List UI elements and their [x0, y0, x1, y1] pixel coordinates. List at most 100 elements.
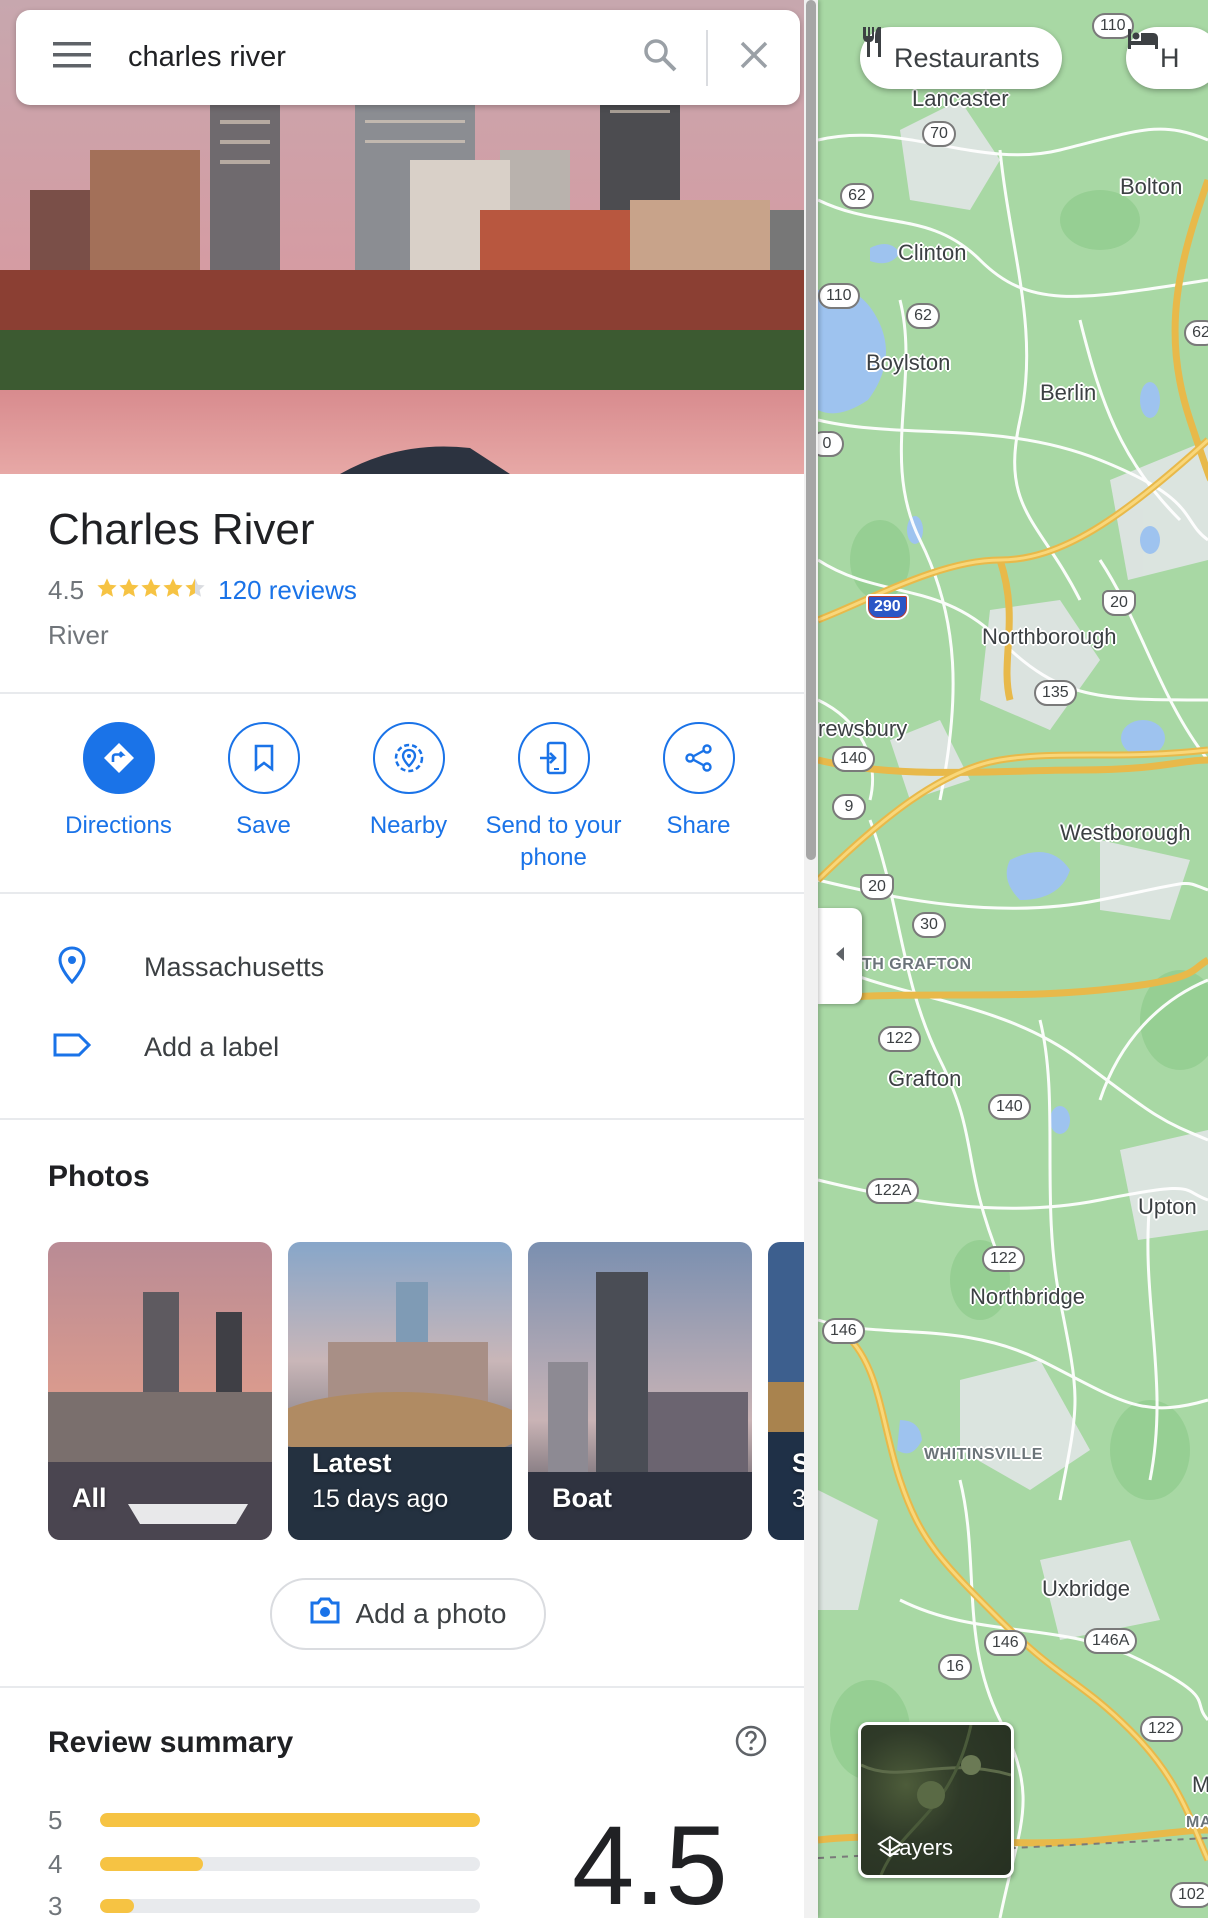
urban-upton: [1120, 1130, 1208, 1240]
share-button[interactable]: Share: [626, 722, 771, 874]
map-label-westborough: Westborough: [1060, 820, 1191, 845]
route-shield: 62: [1184, 320, 1208, 346]
map-label-upton: Upton: [1138, 1194, 1197, 1219]
divider: [0, 692, 804, 694]
search-button[interactable]: [614, 28, 706, 88]
average-rating: 4.5: [572, 1803, 728, 1918]
rating-bar-star: 4: [48, 1848, 63, 1879]
photo-caption-label: All: [72, 1483, 107, 1513]
panel-scrollbar[interactable]: [804, 0, 818, 1918]
rating-bar-track: [100, 1857, 480, 1871]
save-button[interactable]: Save: [191, 722, 336, 874]
chip-hotels[interactable]: H: [1126, 27, 1208, 89]
photo-caption-sub: 15 days ago: [312, 1485, 449, 1513]
chip-restaurants[interactable]: Restaurants: [860, 27, 1062, 89]
place-panel: charles river Charles River 4.5 120 revi…: [0, 0, 818, 1918]
label-tag-icon: [52, 1032, 92, 1063]
search-input[interactable]: charles river: [128, 41, 614, 74]
photo-caption: S 3: [792, 1448, 804, 1514]
save-label: Save: [236, 812, 291, 839]
map-label-boylston: Boylston: [866, 350, 951, 375]
camera-icon: [309, 1597, 341, 1632]
urban-uxbridge-west: [818, 1490, 878, 1610]
action-buttons: Directions Save Nearby Send to your phon…: [0, 722, 804, 874]
clear-search-button[interactable]: [708, 28, 800, 88]
route-shield: 135: [1034, 680, 1077, 706]
route-shield: 70: [922, 121, 956, 147]
directions-button[interactable]: Directions: [46, 722, 191, 874]
nearby-button[interactable]: Nearby: [336, 722, 481, 874]
map-label-uxbridge: Uxbridge: [1042, 1576, 1131, 1601]
route-shield: 122: [982, 1246, 1025, 1272]
rating-bar-row: 3: [48, 1888, 480, 1918]
add-photo-button[interactable]: Add a photo: [270, 1578, 546, 1650]
map-label-clinton: Clinton: [898, 240, 967, 265]
directions-label: Directions: [65, 812, 172, 839]
photo-caption: Latest 15 days ago: [312, 1448, 448, 1514]
map-label-ma: MA: [1186, 1814, 1208, 1831]
bookmark-icon: [227, 722, 300, 794]
map-label-shrewsbury: rewsbury: [818, 716, 908, 741]
map-label-m: M: [1192, 1772, 1208, 1797]
rating-bar-track: [100, 1899, 480, 1913]
layers-button[interactable]: Layers: [858, 1722, 1014, 1878]
map-label-whitinsville: WHITINSVILLE: [924, 1446, 1043, 1463]
reviews-link[interactable]: 120 reviews: [218, 575, 357, 606]
send-to-phone-button[interactable]: Send to your phone: [481, 722, 626, 874]
collapse-panel-button[interactable]: [818, 908, 862, 1004]
place-header: Charles River 4.5 120 reviews River: [48, 505, 357, 651]
map-label-northbridge: Northbridge: [970, 1284, 1085, 1309]
menu-button[interactable]: [16, 42, 128, 73]
photo-tile-more[interactable]: S 3: [768, 1242, 804, 1540]
chip-hotels-label: H: [1160, 42, 1180, 73]
divider: [0, 1118, 804, 1120]
map-label-grafton: Grafton: [888, 1066, 962, 1091]
star-icon: [97, 578, 117, 597]
photo-tile-latest[interactable]: Latest 15 days ago: [288, 1242, 512, 1540]
urban-whitinsville: [960, 1360, 1090, 1490]
divider: [0, 892, 804, 894]
route-shield: 146: [822, 1318, 865, 1344]
address-row[interactable]: Massachusetts: [0, 937, 804, 997]
rating-row: 4.5 120 reviews: [48, 575, 357, 606]
pond-clinton: [870, 244, 900, 264]
add-photo-label: Add a photo: [355, 1598, 507, 1629]
help-button[interactable]: [734, 1724, 768, 1763]
route-shield: 140: [988, 1094, 1031, 1120]
pond-5: [897, 1420, 922, 1454]
photo-tile-all[interactable]: All: [48, 1242, 272, 1540]
nearby-icon: [372, 722, 445, 794]
share-label: Share: [666, 812, 731, 839]
interstate-shield: 290: [866, 594, 909, 620]
route-shield: 62: [840, 183, 874, 209]
maps-window: Lancaster Bolton Clinton Boylston Berlin…: [0, 0, 1208, 1918]
caret-left-icon: [833, 945, 847, 968]
map-label-north-grafton: TH GRAFTON: [862, 956, 972, 973]
rating-bar-fill: [100, 1857, 203, 1871]
star-icon: [185, 578, 205, 597]
star-rating: [96, 575, 206, 606]
add-label-row[interactable]: Add a label: [0, 1017, 804, 1077]
photo-caption: Boat: [552, 1483, 612, 1514]
rating-bar-row: 4: [48, 1846, 480, 1882]
photo-tile-boat[interactable]: Boat: [528, 1242, 752, 1540]
pond-4: [1140, 526, 1160, 554]
send-to-phone-label: Send to your phone: [485, 812, 622, 871]
route-shield: 102: [1170, 1882, 1208, 1908]
route-shield: 16: [938, 1654, 972, 1680]
address-text: Massachusetts: [144, 951, 325, 982]
photo-caption-sub: 3: [792, 1485, 804, 1513]
search-box: charles river: [16, 10, 800, 105]
rating-bar-fill: [100, 1813, 480, 1827]
scrollbar-thumb[interactable]: [806, 0, 816, 860]
photo-caption-label: S: [792, 1448, 804, 1478]
star-icon: [119, 578, 139, 597]
location-pin-icon: [58, 945, 86, 989]
review-summary: Review summary 5 4 3 4.5: [0, 1690, 804, 1918]
route-shield: 122A: [866, 1178, 920, 1204]
chip-restaurants-label: Restaurants: [894, 42, 1040, 73]
rating-value: 4.5: [48, 575, 85, 605]
rating-bar-star: 5: [48, 1804, 63, 1835]
star-icon: [141, 578, 161, 597]
directions-icon: [82, 722, 155, 794]
